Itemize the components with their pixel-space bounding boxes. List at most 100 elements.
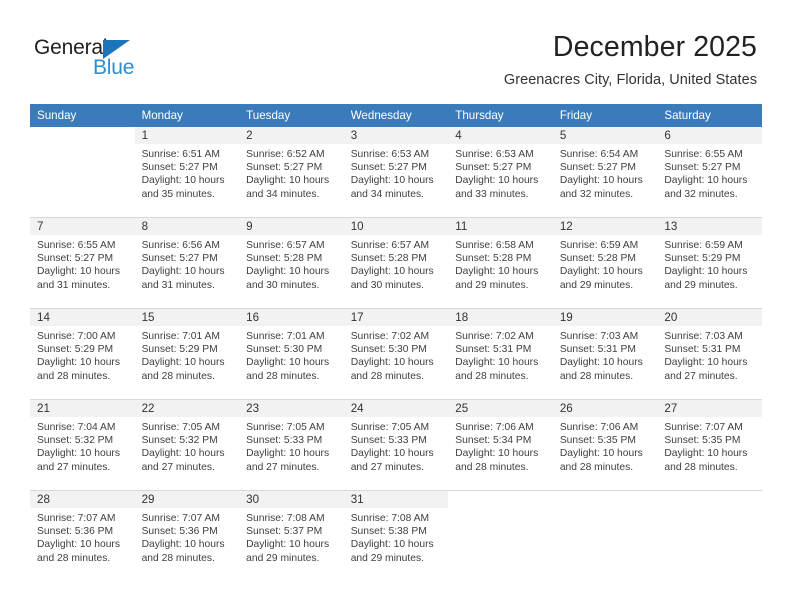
day-box: 10 Sunrise: 6:57 AM Sunset: 5:28 PM Dayligh… [343, 218, 449, 308]
calendar-day-cell[interactable]: 16 Sunrise: 7:01 AM Sunset: 5:30 PM Dayligh… [239, 308, 344, 400]
calendar-day-cell[interactable]: 26 Sunrise: 7:06 AM Sunset: 5:35 PM Dayligh… [552, 399, 658, 491]
calendar-day-cell[interactable]: 15 Sunrise: 7:01 AM Sunset: 5:29 PM Dayligh… [134, 308, 240, 400]
calendar-day-cell[interactable]: 8 Sunrise: 6:56 AM Sunset: 5:27 PM Daylight… [134, 217, 240, 309]
calendar-day-cell[interactable]: 17 Sunrise: 7:02 AM Sunset: 5:30 PM Dayligh… [343, 308, 449, 400]
daylight-text-line2: and 29 minutes. [350, 552, 424, 564]
calendar-day-cell[interactable]: 12 Sunrise: 6:59 AM Sunset: 5:28 PM Dayligh… [552, 217, 658, 309]
calendar-day-cell[interactable]: 3 Sunrise: 6:53 AM Sunset: 5:27 PM Daylight… [343, 127, 449, 218]
weekday-header-thursday: Thursday [448, 104, 553, 127]
sunrise-text: Sunrise: 6:54 AM [559, 149, 639, 160]
calendar-day-cell[interactable]: 22 Sunrise: 7:05 AM Sunset: 5:32 PM Dayligh… [134, 399, 240, 491]
calendar-day-cell[interactable]: 10 Sunrise: 6:57 AM Sunset: 5:28 PM Dayligh… [343, 217, 449, 309]
daylight-text-line1: Daylight: 10 hours [350, 539, 434, 551]
calendar-day-cell[interactable]: 6 Sunrise: 6:55 AM Sunset: 5:27 PM Daylight… [657, 127, 762, 218]
calendar-day-cell[interactable]: 25 Sunrise: 7:06 AM Sunset: 5:34 PM Dayligh… [448, 399, 553, 491]
sunset-text: Sunset: 5:28 PM [559, 253, 636, 265]
calendar-day-cell[interactable]: 28 Sunrise: 7:07 AM Sunset: 5:36 PM Dayligh… [30, 490, 135, 581]
day-box: 5 Sunrise: 6:54 AM Sunset: 5:27 PM Daylight… [552, 127, 658, 217]
daylight-text-line2: and 30 minutes. [350, 279, 424, 291]
sunset-text: Sunset: 5:37 PM [246, 526, 323, 538]
day-number [30, 127, 135, 144]
calendar-day-cell[interactable]: 18 Sunrise: 7:02 AM Sunset: 5:31 PM Dayligh… [448, 308, 553, 400]
sunrise-text: Sunrise: 6:57 AM [350, 240, 430, 251]
daylight-text-line1: Daylight: 10 hours [664, 175, 748, 187]
day-number [657, 491, 762, 508]
sunset-text: Sunset: 5:34 PM [455, 435, 532, 447]
day-number: 31 [343, 491, 449, 508]
day-box: 25 Sunrise: 7:06 AM Sunset: 5:34 PM Dayligh… [448, 400, 553, 490]
daylight-text-line2: and 27 minutes. [350, 461, 424, 473]
calendar-day-cell[interactable]: 23 Sunrise: 7:05 AM Sunset: 5:33 PM Dayligh… [239, 399, 344, 491]
sunset-text: Sunset: 5:29 PM [37, 344, 114, 356]
day-box: 16 Sunrise: 7:01 AM Sunset: 5:30 PM Dayligh… [239, 309, 344, 399]
day-box: 23 Sunrise: 7:05 AM Sunset: 5:33 PM Dayligh… [239, 400, 344, 490]
sunset-text: Sunset: 5:35 PM [664, 435, 741, 447]
daylight-text-line1: Daylight: 10 hours [246, 539, 330, 551]
daylight-text-line1: Daylight: 10 hours [246, 357, 330, 369]
sunrise-text: Sunrise: 6:56 AM [141, 240, 220, 251]
calendar-day-cell[interactable]: 5 Sunrise: 6:54 AM Sunset: 5:27 PM Daylight… [552, 127, 658, 218]
day-box: 9 Sunrise: 6:57 AM Sunset: 5:28 PM Daylight… [239, 218, 344, 308]
day-box: 17 Sunrise: 7:02 AM Sunset: 5:30 PM Dayligh… [343, 309, 449, 399]
calendar-day-cell[interactable]: 24 Sunrise: 7:05 AM Sunset: 5:33 PM Dayligh… [343, 399, 449, 491]
day-number: 7 [30, 218, 135, 235]
day-box: 1 Sunrise: 6:51 AM Sunset: 5:27 PM Daylight… [134, 127, 240, 217]
general-blue-logo[interactable]: General Blue [34, 36, 174, 84]
sunrise-text: Sunrise: 7:02 AM [350, 331, 430, 342]
sunrise-text: Sunrise: 7:00 AM [37, 331, 116, 342]
calendar-day-cell[interactable]: 7 Sunrise: 6:55 AM Sunset: 5:27 PM Daylight… [30, 217, 135, 309]
calendar-day-cell[interactable]: 13 Sunrise: 6:59 AM Sunset: 5:29 PM Dayligh… [657, 217, 762, 309]
calendar-day-cell[interactable]: 29 Sunrise: 7:07 AM Sunset: 5:36 PM Dayligh… [134, 490, 240, 581]
sunrise-text: Sunrise: 7:06 AM [455, 422, 534, 433]
sunrise-text: Sunrise: 6:53 AM [455, 149, 534, 160]
daylight-text-line2: and 28 minutes. [455, 370, 529, 382]
sunset-text: Sunset: 5:38 PM [350, 526, 427, 538]
calendar-day-cell[interactable]: 31 Sunrise: 7:08 AM Sunset: 5:38 PM Dayligh… [343, 490, 449, 581]
daylight-text-line2: and 34 minutes. [246, 188, 320, 200]
day-sun-info: Sunrise: 7:04 AM Sunset: 5:32 PM Daylight:… [30, 417, 135, 474]
calendar-day-cell[interactable]: 21 Sunrise: 7:04 AM Sunset: 5:32 PM Dayligh… [30, 399, 135, 491]
day-sun-info: Sunrise: 6:59 AM Sunset: 5:29 PM Daylight:… [657, 235, 762, 292]
daylight-text-line2: and 34 minutes. [350, 188, 424, 200]
daylight-text-line2: and 28 minutes. [37, 552, 111, 564]
calendar-day-cell[interactable]: 19 Sunrise: 7:03 AM Sunset: 5:31 PM Dayligh… [552, 308, 658, 400]
day-box [657, 491, 762, 581]
calendar-day-cell[interactable]: 1 Sunrise: 6:51 AM Sunset: 5:27 PM Daylight… [134, 127, 240, 218]
calendar-day-cell[interactable]: 2 Sunrise: 6:52 AM Sunset: 5:27 PM Daylight… [239, 127, 344, 218]
sunrise-text: Sunrise: 7:05 AM [141, 422, 220, 433]
daylight-text-line1: Daylight: 10 hours [37, 357, 120, 369]
calendar-day-cell[interactable]: 27 Sunrise: 7:07 AM Sunset: 5:35 PM Dayligh… [657, 399, 762, 491]
calendar-day-cell[interactable]: 11 Sunrise: 6:58 AM Sunset: 5:28 PM Dayligh… [448, 217, 553, 309]
day-box: 7 Sunrise: 6:55 AM Sunset: 5:27 PM Daylight… [30, 218, 135, 308]
day-number: 19 [552, 309, 658, 326]
calendar-day-cell[interactable]: 20 Sunrise: 7:03 AM Sunset: 5:31 PM Dayligh… [657, 308, 762, 400]
day-number: 11 [448, 218, 553, 235]
daylight-text-line2: and 28 minutes. [455, 461, 529, 473]
daylight-text-line1: Daylight: 10 hours [246, 266, 330, 278]
day-number: 14 [30, 309, 135, 326]
day-box: 21 Sunrise: 7:04 AM Sunset: 5:32 PM Dayligh… [30, 400, 135, 490]
day-box [552, 491, 658, 581]
title-block: December 2025 Greenacres City, Florida, … [504, 30, 757, 90]
daylight-text-line2: and 31 minutes. [37, 279, 111, 291]
day-box: 4 Sunrise: 6:53 AM Sunset: 5:27 PM Daylight… [448, 127, 553, 217]
day-sun-info: Sunrise: 7:00 AM Sunset: 5:29 PM Daylight:… [30, 326, 135, 383]
calendar-day-cell[interactable]: 14 Sunrise: 7:00 AM Sunset: 5:29 PM Dayligh… [30, 308, 135, 400]
calendar-day-cell[interactable]: 9 Sunrise: 6:57 AM Sunset: 5:28 PM Daylight… [239, 217, 344, 309]
page-subtitle: Greenacres City, Florida, United States [503, 72, 757, 88]
sunset-text: Sunset: 5:27 PM [37, 253, 114, 265]
day-sun-info: Sunrise: 6:57 AM Sunset: 5:28 PM Daylight:… [344, 235, 449, 292]
calendar-day-cell[interactable]: 30 Sunrise: 7:08 AM Sunset: 5:37 PM Dayligh… [239, 490, 344, 581]
calendar-day-cell-empty [30, 127, 135, 218]
daylight-text-line1: Daylight: 10 hours [141, 266, 225, 278]
calendar-day-cell[interactable]: 4 Sunrise: 6:53 AM Sunset: 5:27 PM Daylight… [448, 127, 553, 218]
day-number: 6 [657, 127, 762, 144]
day-box: 28 Sunrise: 7:07 AM Sunset: 5:36 PM Dayligh… [30, 491, 135, 581]
day-sun-info: Sunrise: 7:08 AM Sunset: 5:37 PM Daylight:… [239, 508, 344, 565]
sunrise-text: Sunrise: 7:05 AM [246, 422, 325, 433]
day-box: 13 Sunrise: 6:59 AM Sunset: 5:29 PM Dayligh… [657, 218, 762, 308]
calendar-week-row: 7 Sunrise: 6:55 AM Sunset: 5:27 PM Daylight… [30, 217, 762, 309]
calendar-week-row: 28 Sunrise: 7:07 AM Sunset: 5:36 PM Dayligh… [30, 490, 762, 581]
sunset-text: Sunset: 5:32 PM [141, 435, 218, 447]
day-sun-info: Sunrise: 7:03 AM Sunset: 5:31 PM Daylight:… [657, 326, 762, 383]
